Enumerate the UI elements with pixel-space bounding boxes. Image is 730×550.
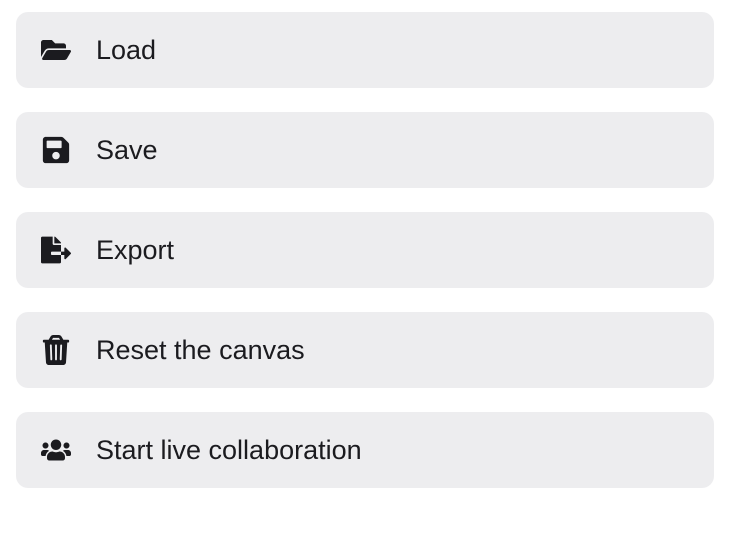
export-icon [40, 234, 72, 266]
menu-item-export[interactable]: Export [16, 212, 714, 288]
menu-item-label: Load [96, 35, 156, 66]
menu-item-save[interactable]: Save [16, 112, 714, 188]
menu-item-live-collaboration[interactable]: Start live collaboration [16, 412, 714, 488]
menu-item-label: Save [96, 135, 158, 166]
menu-item-reset-canvas[interactable]: Reset the canvas [16, 312, 714, 388]
menu-list: Load Save Export Reset the canvas Start … [16, 12, 714, 488]
menu-item-label: Reset the canvas [96, 335, 305, 366]
menu-item-label: Start live collaboration [96, 435, 362, 466]
save-icon [40, 134, 72, 166]
trash-icon [40, 334, 72, 366]
menu-item-label: Export [96, 235, 174, 266]
folder-open-icon [40, 34, 72, 66]
users-icon [40, 434, 72, 466]
menu-item-load[interactable]: Load [16, 12, 714, 88]
